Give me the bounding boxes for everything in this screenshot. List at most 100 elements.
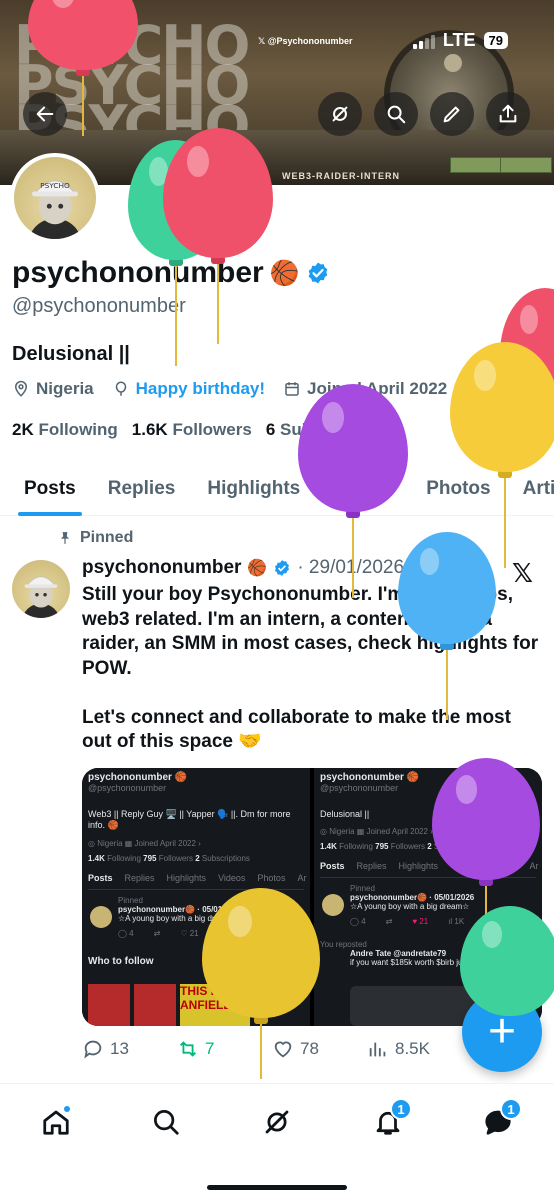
post-actions: 13 7 78 8.5K <box>82 1038 462 1060</box>
pencil-icon <box>443 106 460 123</box>
shot-cards: THIS IS ANFIELD <box>88 984 250 1026</box>
media-screenshot-left[interactable]: psychononumber 🏀 @psychononumber Web3 ||… <box>82 768 310 1026</box>
shot-post: Pinned psychononumber🏀 · 05/01/2026 ☆A y… <box>320 884 536 926</box>
nav-notifications[interactable]: 1 <box>362 1096 414 1148</box>
birthday[interactable]: Happy birthday! <box>112 379 265 399</box>
compose-button[interactable]: + <box>462 992 542 1072</box>
repost-count: 7 <box>205 1039 215 1058</box>
reply-button[interactable]: 13 <box>82 1038 177 1060</box>
joined-date: Joined April 2022 <box>283 379 447 399</box>
post-media[interactable]: psychononumber 🏀 @psychononumber Web3 ||… <box>82 768 542 1026</box>
search-icon <box>387 105 406 124</box>
signal-icon <box>412 33 435 49</box>
pinned-label: Pinned <box>58 529 133 547</box>
grok-icon <box>265 1110 289 1134</box>
views-icon <box>369 1042 386 1057</box>
banner-tag: 𝕏 @Psychononumber <box>258 36 353 46</box>
profile-bio: Delusional || <box>12 343 130 365</box>
profile-avatar[interactable]: PSYCHO <box>10 153 100 243</box>
location: Nigeria <box>12 379 94 399</box>
pinned-text: Pinned <box>80 529 134 546</box>
verified-badge-icon <box>275 560 290 576</box>
post-date[interactable]: · 29/01/2026 <box>297 557 404 579</box>
reply-icon <box>84 1040 102 1059</box>
profile-tabs: Posts Replies Highlights Videos Photos A… <box>0 462 554 516</box>
shot-avatar <box>322 894 344 916</box>
reply-count: 13 <box>110 1039 129 1058</box>
joined-text: Joined April 2022 <box>307 379 448 398</box>
shot-post: Pinned psychononumber🏀 · 05/01/2026 ☆A y… <box>88 896 304 938</box>
nav-grok[interactable] <box>251 1096 303 1148</box>
network-label: LTE <box>442 30 476 50</box>
heart-icon <box>274 1041 292 1058</box>
edit-button[interactable] <box>430 92 474 136</box>
name-emoji: 🏀 <box>269 259 300 287</box>
battery-indicator: 79 <box>483 32 508 49</box>
like-button[interactable]: 78 <box>272 1038 367 1060</box>
tab-highlights[interactable]: Highlights <box>199 462 324 516</box>
shot-repost-label: You reposted <box>320 940 367 949</box>
profile-meta: Nigeria Happy birthday! Joined April 202… <box>12 379 447 399</box>
messages-badge: 1 <box>500 1098 522 1120</box>
post-author-emoji: 🏀 <box>247 560 268 577</box>
birthday-link[interactable]: Happy birthday! <box>136 379 265 399</box>
shot-meta: ◎ Nigeria ▦ Joined April 2022 › <box>88 839 201 848</box>
status-indicators: LTE 79 <box>412 30 508 51</box>
follow-counts: 2K Following 1.6K Followers 6 Subscripti… <box>12 420 393 440</box>
repost-button[interactable]: 7 <box>177 1038 272 1060</box>
tab-articles[interactable]: Arti <box>515 462 554 516</box>
followers-link[interactable]: 1.6K Followers <box>132 420 252 440</box>
nav-explore[interactable] <box>140 1096 192 1148</box>
shot-handle: @psychononumber <box>88 783 167 793</box>
share-icon <box>499 104 517 123</box>
tab-replies[interactable]: Replies <box>100 462 200 516</box>
back-button[interactable] <box>23 92 67 136</box>
verified-badge-icon[interactable] <box>306 261 330 285</box>
home-new-dot <box>62 1104 72 1114</box>
subscriptions-link[interactable]: 6 Subscriptions <box>266 420 394 440</box>
calendar-icon <box>285 382 299 396</box>
shot-name: psychononumber 🏀 <box>88 772 188 783</box>
grok-icon <box>332 106 348 122</box>
views-count: 8.5K <box>395 1039 430 1058</box>
tab-posts[interactable]: Posts <box>0 462 100 516</box>
display-name-text: psychononumber <box>12 256 264 289</box>
shot-counts: 1.4K Following 795 Followers 2 Subscript… <box>320 842 482 851</box>
profile-handle: @psychononumber <box>12 295 186 317</box>
tab-photos[interactable]: Photos <box>418 462 514 516</box>
following-link[interactable]: 2K Following <box>12 420 118 440</box>
shot-bio: Delusional || <box>320 809 370 819</box>
post-author-avatar[interactable] <box>12 560 70 618</box>
home-indicator <box>207 1185 347 1190</box>
grok-button[interactable] <box>318 92 362 136</box>
like-count: 78 <box>300 1039 319 1058</box>
post-header: psychononumber 🏀 · 29/01/2026 <box>82 557 404 579</box>
avatar-cap-text: PSYCHO <box>40 181 70 190</box>
share-button[interactable] <box>486 92 530 136</box>
shot-counts: 1.4K Following 795 Followers 2 Subscript… <box>88 854 250 863</box>
shot-tabs: Posts Replies Highlights Videos Photos Ar <box>88 873 306 890</box>
shot-handle: @psychononumber <box>320 783 399 793</box>
shot-avatar <box>90 906 112 928</box>
bottom-navigation: 1 1 <box>0 1083 554 1200</box>
views-button[interactable]: 8.5K <box>367 1038 462 1060</box>
display-name: psychononumber 🏀 <box>12 256 330 290</box>
avatar-image: PSYCHO <box>29 180 81 239</box>
birthday-balloon <box>450 342 554 568</box>
search-button[interactable] <box>374 92 418 136</box>
nav-home[interactable] <box>30 1096 82 1148</box>
media-screenshot-right[interactable]: psychononumber 🏀 @psychononumber Delusio… <box>314 768 542 1026</box>
shot-meta: ◎ Nigeria ▦ Joined April 2022 › <box>320 827 433 836</box>
banner-slogan: WEB3-RAIDER-INTERN <box>282 171 400 181</box>
notifications-badge: 1 <box>390 1098 412 1120</box>
shot-name: psychononumber 🏀 <box>320 772 420 783</box>
balloon-icon <box>115 381 126 396</box>
nav-messages[interactable]: 1 <box>472 1096 524 1148</box>
location-text: Nigeria <box>36 379 94 398</box>
avatar-image <box>22 576 60 618</box>
birthday-balloon <box>500 288 554 408</box>
banner-money <box>450 157 502 173</box>
back-arrow-icon <box>36 106 54 122</box>
post-author-name[interactable]: psychononumber <box>82 557 241 579</box>
tab-videos[interactable]: Videos <box>324 462 418 516</box>
